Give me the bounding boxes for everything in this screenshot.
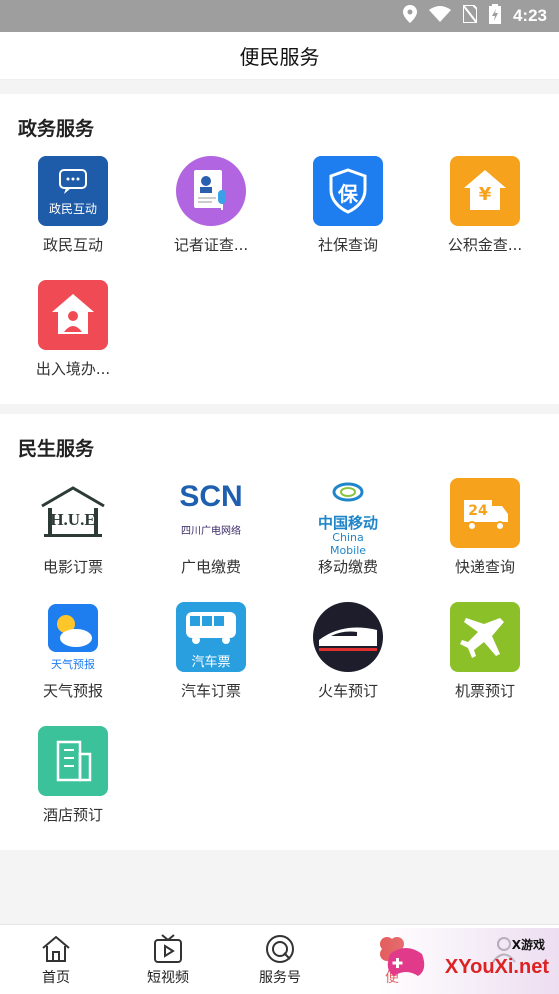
service-item-reporter[interactable]: 记者证查...	[151, 156, 271, 276]
gamepad-logo-icon	[387, 948, 425, 976]
wifi-icon	[428, 5, 451, 27]
page-title: 便民服务	[239, 45, 320, 69]
service-item-housing-fund[interactable]: ¥ 公积金查...	[425, 156, 545, 276]
service-item-exit-entry[interactable]: 出入境办...	[13, 280, 133, 400]
building-icon	[38, 726, 108, 796]
airplane-icon	[450, 602, 520, 672]
service-item-train[interactable]: 火车预订	[288, 602, 408, 722]
home-icon	[42, 935, 70, 962]
service-item-flight[interactable]: 机票预订	[425, 602, 545, 722]
tab-label: 服务号	[259, 970, 301, 986]
service-label: 移动缴费	[317, 558, 378, 576]
service-item-bus[interactable]: 汽车票 汽车订票	[151, 602, 271, 722]
service-item-weather[interactable]: 天气预报 天气预报	[13, 602, 133, 722]
service-label: 广电缴费	[180, 558, 241, 576]
service-label: 酒店预订	[42, 806, 103, 824]
service-item-mobile[interactable]: 中国移动 China Mobile 移动缴费	[288, 478, 408, 598]
service-item-movie[interactable]: H.U.E 电影订票	[13, 478, 133, 598]
location-icon	[402, 4, 417, 28]
tab-short-video[interactable]: 短视频	[112, 925, 224, 994]
service-item-zhengmin[interactable]: 政民互动 政民互动	[13, 156, 133, 276]
watermark-sub: X游戏	[511, 938, 545, 952]
service-label: 汽车订票	[180, 682, 241, 700]
no-sim-icon	[461, 3, 478, 28]
status-time: 4:23	[512, 6, 547, 25]
section-title: 政务服务	[18, 118, 95, 140]
section-title: 民生服务	[18, 438, 95, 460]
service-item-express[interactable]: 24 快递查询	[425, 478, 545, 598]
service-label: 电影订票	[42, 558, 103, 576]
status-bar: 4:23	[0, 0, 559, 32]
q-circle-icon	[266, 935, 294, 963]
section-livelihood-services: 民生服务 H.U.E 电影订票 SCN 四川广电网络 广电缴费 中国移动 Chi…	[0, 414, 559, 850]
reporter-badge-icon	[176, 156, 246, 226]
train-icon	[313, 602, 383, 672]
section-government-services: 政务服务 政民互动 政民互动 记者证查... 保 社保查询 ¥ 公积金查... …	[0, 94, 559, 404]
service-label: 政民互动	[42, 236, 103, 254]
service-label: 机票预订	[454, 682, 515, 700]
tab-label: 首页	[42, 970, 70, 986]
service-label: 快递查询	[454, 558, 515, 576]
service-item-social-security[interactable]: 保 社保查询	[288, 156, 408, 276]
service-item-cable-tv[interactable]: SCN 四川广电网络 广电缴费	[151, 478, 271, 598]
tab-home[interactable]: 首页	[0, 925, 112, 994]
service-item-hotel[interactable]: 酒店预订	[13, 726, 133, 846]
app-bar: 便民服务	[0, 32, 559, 80]
watermark: X游戏 XYouXi.net	[378, 928, 559, 994]
tv-play-icon	[154, 934, 182, 963]
service-label: 出入境办...	[35, 360, 111, 378]
tab-label: 短视频	[147, 970, 189, 986]
tab-service-account[interactable]: 服务号	[224, 925, 336, 994]
service-label: 记者证查...	[173, 236, 249, 254]
service-label: 社保查询	[317, 236, 378, 254]
service-label: 公积金查...	[447, 236, 523, 254]
battery-charging-icon	[488, 3, 501, 29]
watermark-text: XYouXi.net	[444, 956, 549, 978]
service-label: 天气预报	[42, 682, 103, 700]
house-person-icon	[38, 280, 108, 350]
service-label: 火车预订	[317, 682, 378, 700]
